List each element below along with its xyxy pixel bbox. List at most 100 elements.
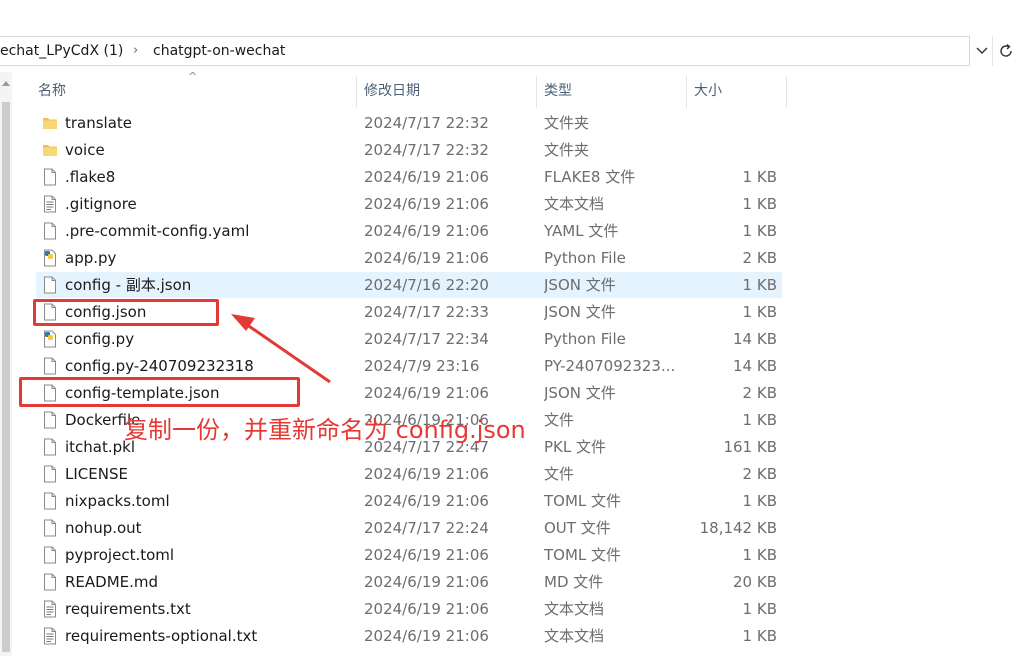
file-row[interactable]: config - 副本.json 2024/7/16 22:20 JSON 文件 1 … — [36, 272, 782, 298]
file-size: 1 KB — [742, 411, 777, 429]
file-type: TOML 文件 — [544, 492, 622, 510]
file-date-modified: 2024/6/19 21:06 — [364, 627, 489, 645]
vertical-scrollbar[interactable] — [0, 72, 12, 656]
file-row[interactable]: nohup.out 2024/7/17 22:24 OUT 文件 18,142 KB — [36, 515, 782, 541]
file-date-modified: 2024/6/19 21:06 — [364, 195, 489, 213]
file-date-modified: 2024/7/16 22:20 — [364, 276, 489, 294]
file-type: Python File — [544, 330, 626, 348]
file-date-modified: 2024/6/19 21:06 — [364, 573, 489, 591]
file-name: voice — [65, 141, 105, 159]
text-file-icon — [42, 195, 58, 213]
file-date-modified: 2024/6/19 21:06 — [364, 600, 489, 618]
python-file-icon — [42, 330, 58, 348]
file-date-modified: 2024/6/19 21:06 — [364, 492, 489, 510]
breadcrumb-current-folder[interactable]: chatgpt-on-wechat — [153, 37, 285, 65]
file-type: JSON 文件 — [544, 276, 616, 294]
file-row[interactable]: .pre-commit-config.yaml 2024/6/19 21:06 YA… — [36, 218, 782, 244]
file-size: 1 KB — [742, 222, 777, 240]
refresh-button[interactable] — [992, 36, 1019, 66]
highlight-box-config-template — [19, 377, 300, 407]
file-size: 2 KB — [742, 249, 777, 267]
scroll-up-arrow-icon[interactable] — [2, 80, 10, 86]
file-name: requirements-optional.txt — [65, 627, 258, 645]
file-row[interactable]: app.py 2024/6/19 21:06 Python File 2 KB — [36, 245, 782, 271]
chevron-down-icon — [976, 47, 988, 54]
file-name: nixpacks.toml — [65, 492, 170, 510]
file-name: .flake8 — [65, 168, 116, 186]
file-type: 文件夹 — [544, 141, 590, 159]
file-name: LICENSE — [65, 465, 128, 483]
file-name: pyproject.toml — [65, 546, 175, 564]
address-dropdown-button[interactable] — [972, 36, 992, 66]
sort-ascending-icon: ^ — [188, 70, 198, 83]
file-date-modified: 2024/6/19 21:06 — [364, 222, 489, 240]
file-size: 1 KB — [742, 168, 777, 186]
column-divider[interactable] — [686, 76, 687, 108]
column-divider[interactable] — [786, 76, 787, 108]
file-row[interactable]: .gitignore 2024/6/19 21:06 文本文档 1 KB — [36, 191, 782, 217]
breadcrumb-chevron-icon[interactable]: › — [133, 37, 138, 65]
highlight-box-config-json — [33, 299, 219, 326]
file-name: config - 副本.json — [65, 276, 192, 294]
file-icon — [42, 519, 58, 537]
column-header-name[interactable]: 名称 — [38, 78, 66, 106]
breadcrumb-parent-folder[interactable]: echat_LPyCdX (1) — [0, 37, 123, 65]
annotation-instruction-text: 复制一份，并重新命名为 config.json — [124, 416, 526, 444]
file-row[interactable]: config.py 2024/7/17 22:34 Python File 14 KB — [36, 326, 782, 352]
file-icon — [42, 222, 58, 240]
file-size: 1 KB — [742, 195, 777, 213]
file-icon — [42, 438, 58, 456]
file-icon — [42, 546, 58, 564]
file-size: 20 KB — [733, 573, 777, 591]
file-size: 1 KB — [742, 492, 777, 510]
file-row[interactable]: README.md 2024/6/19 21:06 MD 文件 20 KB — [36, 569, 782, 595]
file-type: Python File — [544, 249, 626, 267]
file-name: config.py — [65, 330, 135, 348]
file-type: PKL 文件 — [544, 438, 607, 456]
file-date-modified: 2024/6/19 21:06 — [364, 465, 489, 483]
file-type: TOML 文件 — [544, 546, 622, 564]
file-name: nohup.out — [65, 519, 142, 537]
file-size: 1 KB — [742, 303, 777, 321]
file-size: 1 KB — [742, 546, 777, 564]
file-date-modified: 2024/7/17 22:34 — [364, 330, 489, 348]
file-row[interactable]: translate 2024/7/17 22:32 文件夹 — [36, 110, 782, 136]
file-size: 14 KB — [733, 330, 777, 348]
file-name: config.py-240709232318 — [65, 357, 254, 375]
file-row[interactable]: voice 2024/7/17 22:32 文件夹 — [36, 137, 782, 163]
file-date-modified: 2024/7/17 22:24 — [364, 519, 489, 537]
file-row[interactable]: requirements-optional.txt 2024/6/19 21:06… — [36, 623, 782, 649]
column-header-type[interactable]: 类型 — [544, 78, 572, 106]
file-row[interactable]: config.py-240709232318 2024/7/9 23:16 PY-2… — [36, 353, 782, 379]
folder-icon — [42, 114, 58, 132]
file-date-modified: 2024/6/19 21:06 — [364, 546, 489, 564]
file-type: 文本文档 — [544, 627, 605, 645]
file-row[interactable]: requirements.txt 2024/6/19 21:06 文本文档 1 KB — [36, 596, 782, 622]
column-divider[interactable] — [536, 76, 537, 108]
text-file-icon — [42, 600, 58, 618]
column-header-date-modified[interactable]: 修改日期 — [364, 78, 420, 106]
file-row[interactable]: .flake8 2024/6/19 21:06 FLAKE8 文件 1 KB — [36, 164, 782, 190]
file-type: YAML 文件 — [544, 222, 619, 240]
python-file-icon — [42, 249, 58, 267]
file-date-modified: 2024/7/9 23:16 — [364, 357, 480, 375]
file-row[interactable]: pyproject.toml 2024/6/19 21:06 TOML 文件 1 KB — [36, 542, 782, 568]
file-size: 14 KB — [733, 357, 777, 375]
column-header-size[interactable]: 大小 — [694, 78, 722, 106]
file-name: .pre-commit-config.yaml — [65, 222, 250, 240]
file-name: .gitignore — [65, 195, 137, 213]
column-divider[interactable] — [356, 76, 357, 108]
file-type: 文本文档 — [544, 195, 605, 213]
file-name: translate — [65, 114, 133, 132]
file-type: JSON 文件 — [544, 303, 616, 321]
file-row[interactable]: nixpacks.toml 2024/6/19 21:06 TOML 文件 1 KB — [36, 488, 782, 514]
file-type: OUT 文件 — [544, 519, 611, 537]
file-row[interactable]: LICENSE 2024/6/19 21:06 文件 2 KB — [36, 461, 782, 487]
text-file-icon — [42, 627, 58, 645]
file-type: 文本文档 — [544, 600, 605, 618]
refresh-icon — [1000, 43, 1012, 57]
scrollbar-thumb[interactable] — [2, 102, 10, 652]
file-icon — [42, 168, 58, 186]
file-icon — [42, 411, 58, 429]
address-bar[interactable]: echat_LPyCdX (1) › chatgpt-on-wechat — [0, 36, 970, 66]
